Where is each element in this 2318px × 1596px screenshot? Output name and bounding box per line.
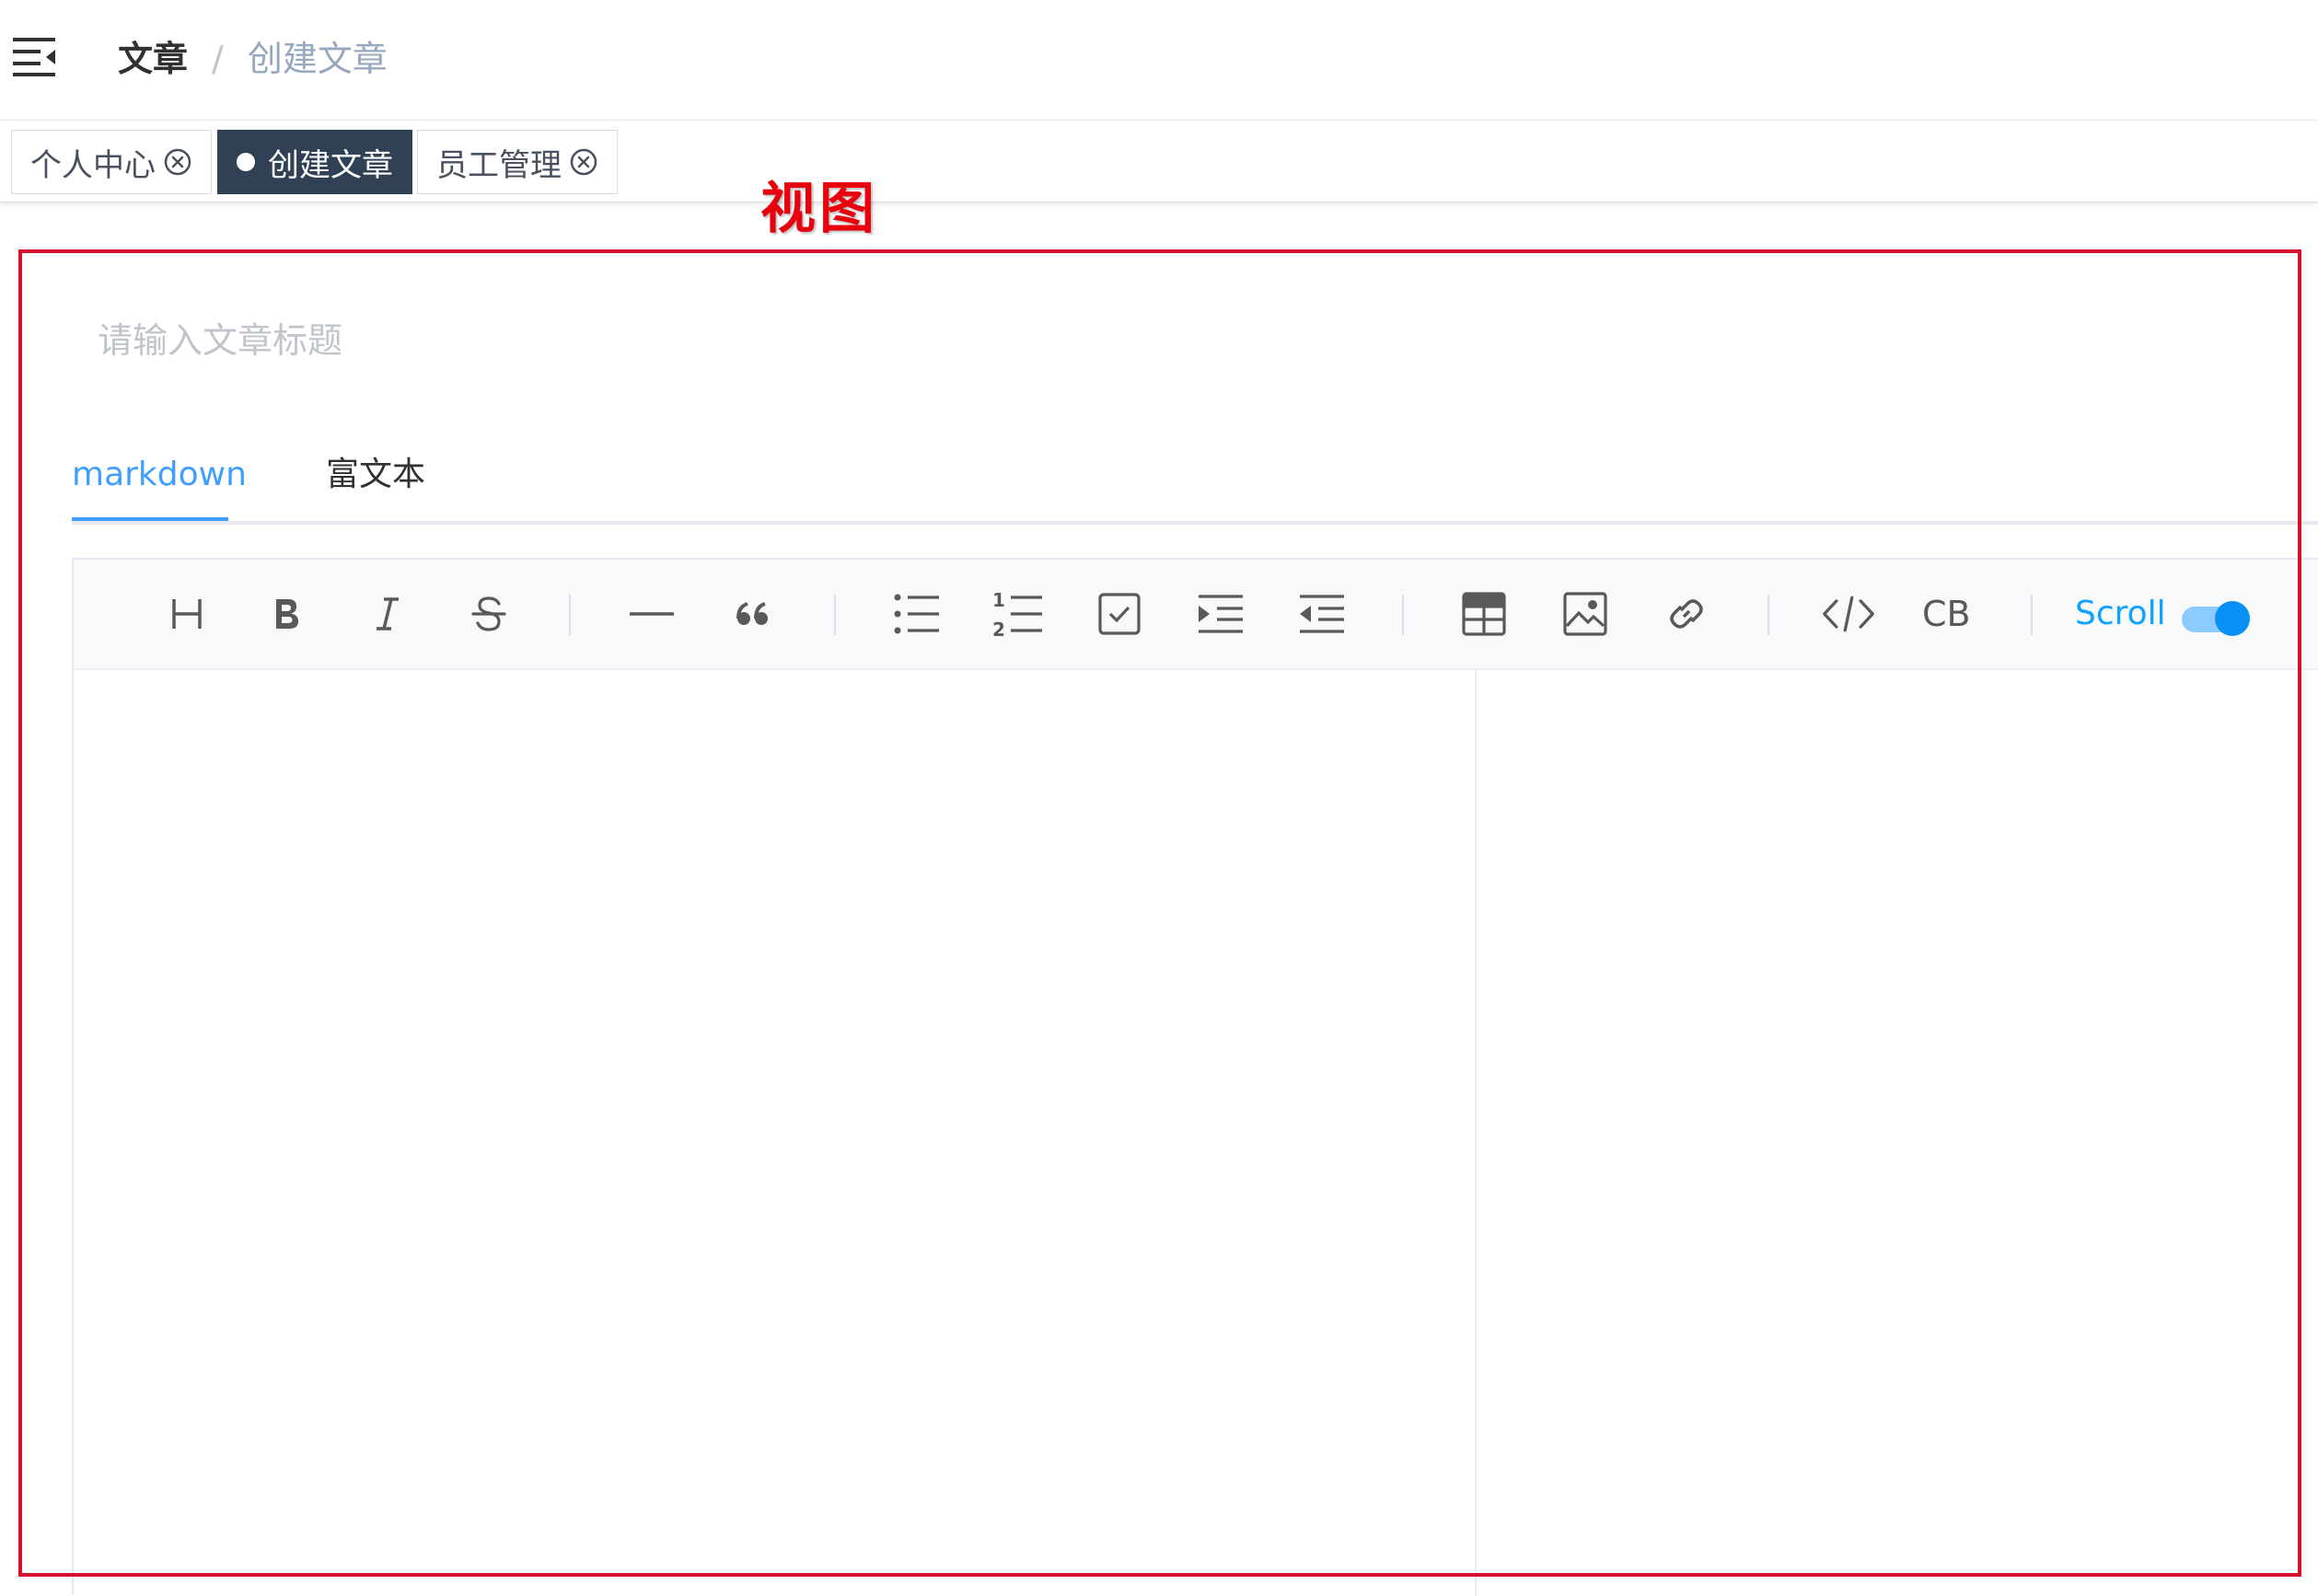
toolbar-divider	[1767, 595, 1769, 635]
toolbar-divider	[1402, 595, 1404, 635]
italic-icon[interactable]	[360, 586, 415, 642]
quote-icon[interactable]	[725, 586, 781, 642]
hamburger-menu-icon[interactable]	[13, 37, 59, 77]
switch-knob	[2215, 601, 2250, 636]
annotation-label: 视图	[760, 177, 878, 241]
table-icon[interactable]	[1456, 586, 1512, 642]
svg-text:1: 1	[992, 589, 1005, 611]
ordered-list-icon[interactable]: 12	[991, 586, 1046, 642]
task-list-icon[interactable]	[1092, 586, 1147, 642]
code-icon[interactable]	[1821, 586, 1876, 642]
breadcrumb: 文章 / 创建文章	[118, 35, 388, 83]
breadcrumb-separator: /	[212, 39, 224, 79]
svg-text:2: 2	[992, 619, 1005, 640]
image-icon[interactable]	[1558, 586, 1613, 642]
tag-label: 个人中心	[30, 146, 156, 184]
tags-view: 个人中心 创建文章 员工管理	[0, 121, 2318, 202]
tab-rich-text[interactable]: 富文本	[326, 433, 425, 521]
tag-personal-center[interactable]: 个人中心	[11, 130, 212, 194]
tag-label: 创建文章	[268, 146, 393, 184]
heading-icon[interactable]	[159, 586, 214, 642]
tag-create-article[interactable]: 创建文章	[217, 130, 412, 194]
editor-toolbar: 12 CB Scroll	[74, 560, 2318, 670]
code-block-button[interactable]: CB	[1922, 586, 1971, 642]
breadcrumb-item-current: 创建文章	[247, 39, 388, 79]
tag-label: 员工管理	[436, 146, 562, 184]
navbar: 文章 / 创建文章	[0, 0, 2318, 121]
breadcrumb-item-article[interactable]: 文章	[118, 35, 188, 83]
tab-markdown[interactable]: markdown	[72, 433, 247, 521]
bullet-list-icon[interactable]	[889, 586, 945, 642]
horizontal-rule-icon[interactable]	[624, 586, 679, 642]
active-tab-indicator	[72, 517, 228, 521]
close-circle-icon[interactable]	[569, 147, 598, 177]
toolbar-divider	[569, 595, 571, 635]
scroll-sync-switch[interactable]	[2182, 601, 2250, 636]
bold-icon[interactable]	[259, 586, 314, 642]
active-dot-icon	[237, 153, 255, 171]
tag-employee-management[interactable]: 员工管理	[417, 130, 618, 194]
close-circle-icon[interactable]	[163, 147, 192, 177]
article-title-input[interactable]	[83, 304, 2303, 377]
markdown-editor: 12 CB Scroll	[72, 558, 2318, 1596]
outdent-icon[interactable]	[1294, 586, 1350, 642]
scroll-sync-label: Scroll	[2075, 595, 2166, 632]
markdown-preview-area	[1478, 670, 2318, 1596]
editor-tabs: markdown 富文本	[72, 433, 2318, 525]
toolbar-divider	[834, 595, 836, 635]
indent-icon[interactable]	[1193, 586, 1248, 642]
strikethrough-icon[interactable]	[461, 586, 516, 642]
toolbar-divider	[2031, 595, 2033, 635]
link-icon[interactable]	[1659, 586, 1714, 642]
markdown-edit-area[interactable]	[74, 670, 1477, 1596]
